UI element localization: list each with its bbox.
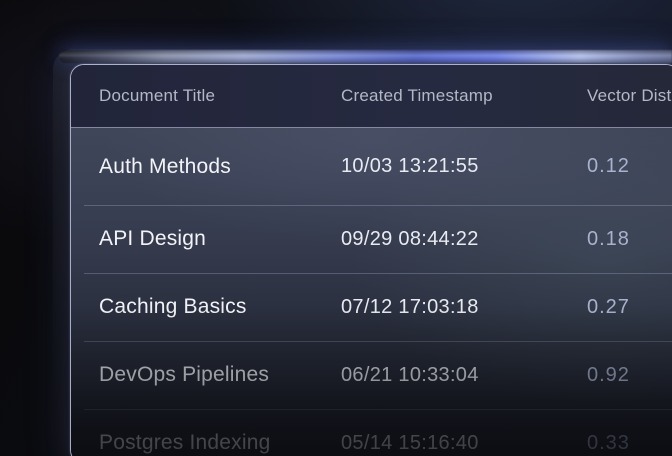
column-header-vector-distance: Vector Distance [587, 86, 672, 106]
document-title-cell: DevOps Pipelines [99, 363, 341, 387]
document-title-cell: Auth Methods [99, 155, 341, 179]
documents-table-card: Document Title Created Timestamp Vector … [70, 64, 672, 456]
created-timestamp-cell: 07/12 17:03:18 [341, 296, 587, 319]
document-title-cell: API Design [99, 227, 341, 251]
table-body: Auth Methods 10/03 13:21:55 0.12 API Des… [71, 128, 672, 456]
created-timestamp-cell: 10/03 13:21:55 [341, 155, 587, 178]
created-timestamp-cell: 06/21 10:33:04 [341, 364, 587, 387]
table-row-postgres-indexing[interactable]: Postgres Indexing 05/14 15:16:40 0.33 [71, 409, 672, 456]
table-header-row: Document Title Created Timestamp Vector … [71, 65, 672, 128]
vector-distance-cell: 0.12 [587, 155, 672, 178]
column-header-document-title: Document Title [99, 86, 341, 106]
created-timestamp-cell: 09/29 08:44:22 [341, 228, 587, 251]
document-title-cell: Caching Basics [99, 295, 341, 319]
column-header-created-timestamp: Created Timestamp [341, 86, 587, 106]
vector-distance-cell: 0.33 [587, 432, 672, 455]
vector-distance-cell: 0.18 [587, 228, 672, 251]
table-row-auth-methods[interactable]: Auth Methods 10/03 13:21:55 0.12 [71, 128, 672, 205]
vector-distance-cell: 0.92 [587, 364, 672, 387]
light-streak [59, 50, 672, 63]
table-row-caching-basics[interactable]: Caching Basics 07/12 17:03:18 0.27 [71, 273, 672, 341]
table-row-api-design[interactable]: API Design 09/29 08:44:22 0.18 [71, 205, 672, 273]
created-timestamp-cell: 05/14 15:16:40 [341, 432, 587, 455]
page-background: Document Title Created Timestamp Vector … [0, 0, 672, 456]
document-title-cell: Postgres Indexing [99, 431, 341, 455]
table-row-devops-pipelines[interactable]: DevOps Pipelines 06/21 10:33:04 0.92 [71, 341, 672, 409]
vector-distance-cell: 0.27 [587, 296, 672, 319]
